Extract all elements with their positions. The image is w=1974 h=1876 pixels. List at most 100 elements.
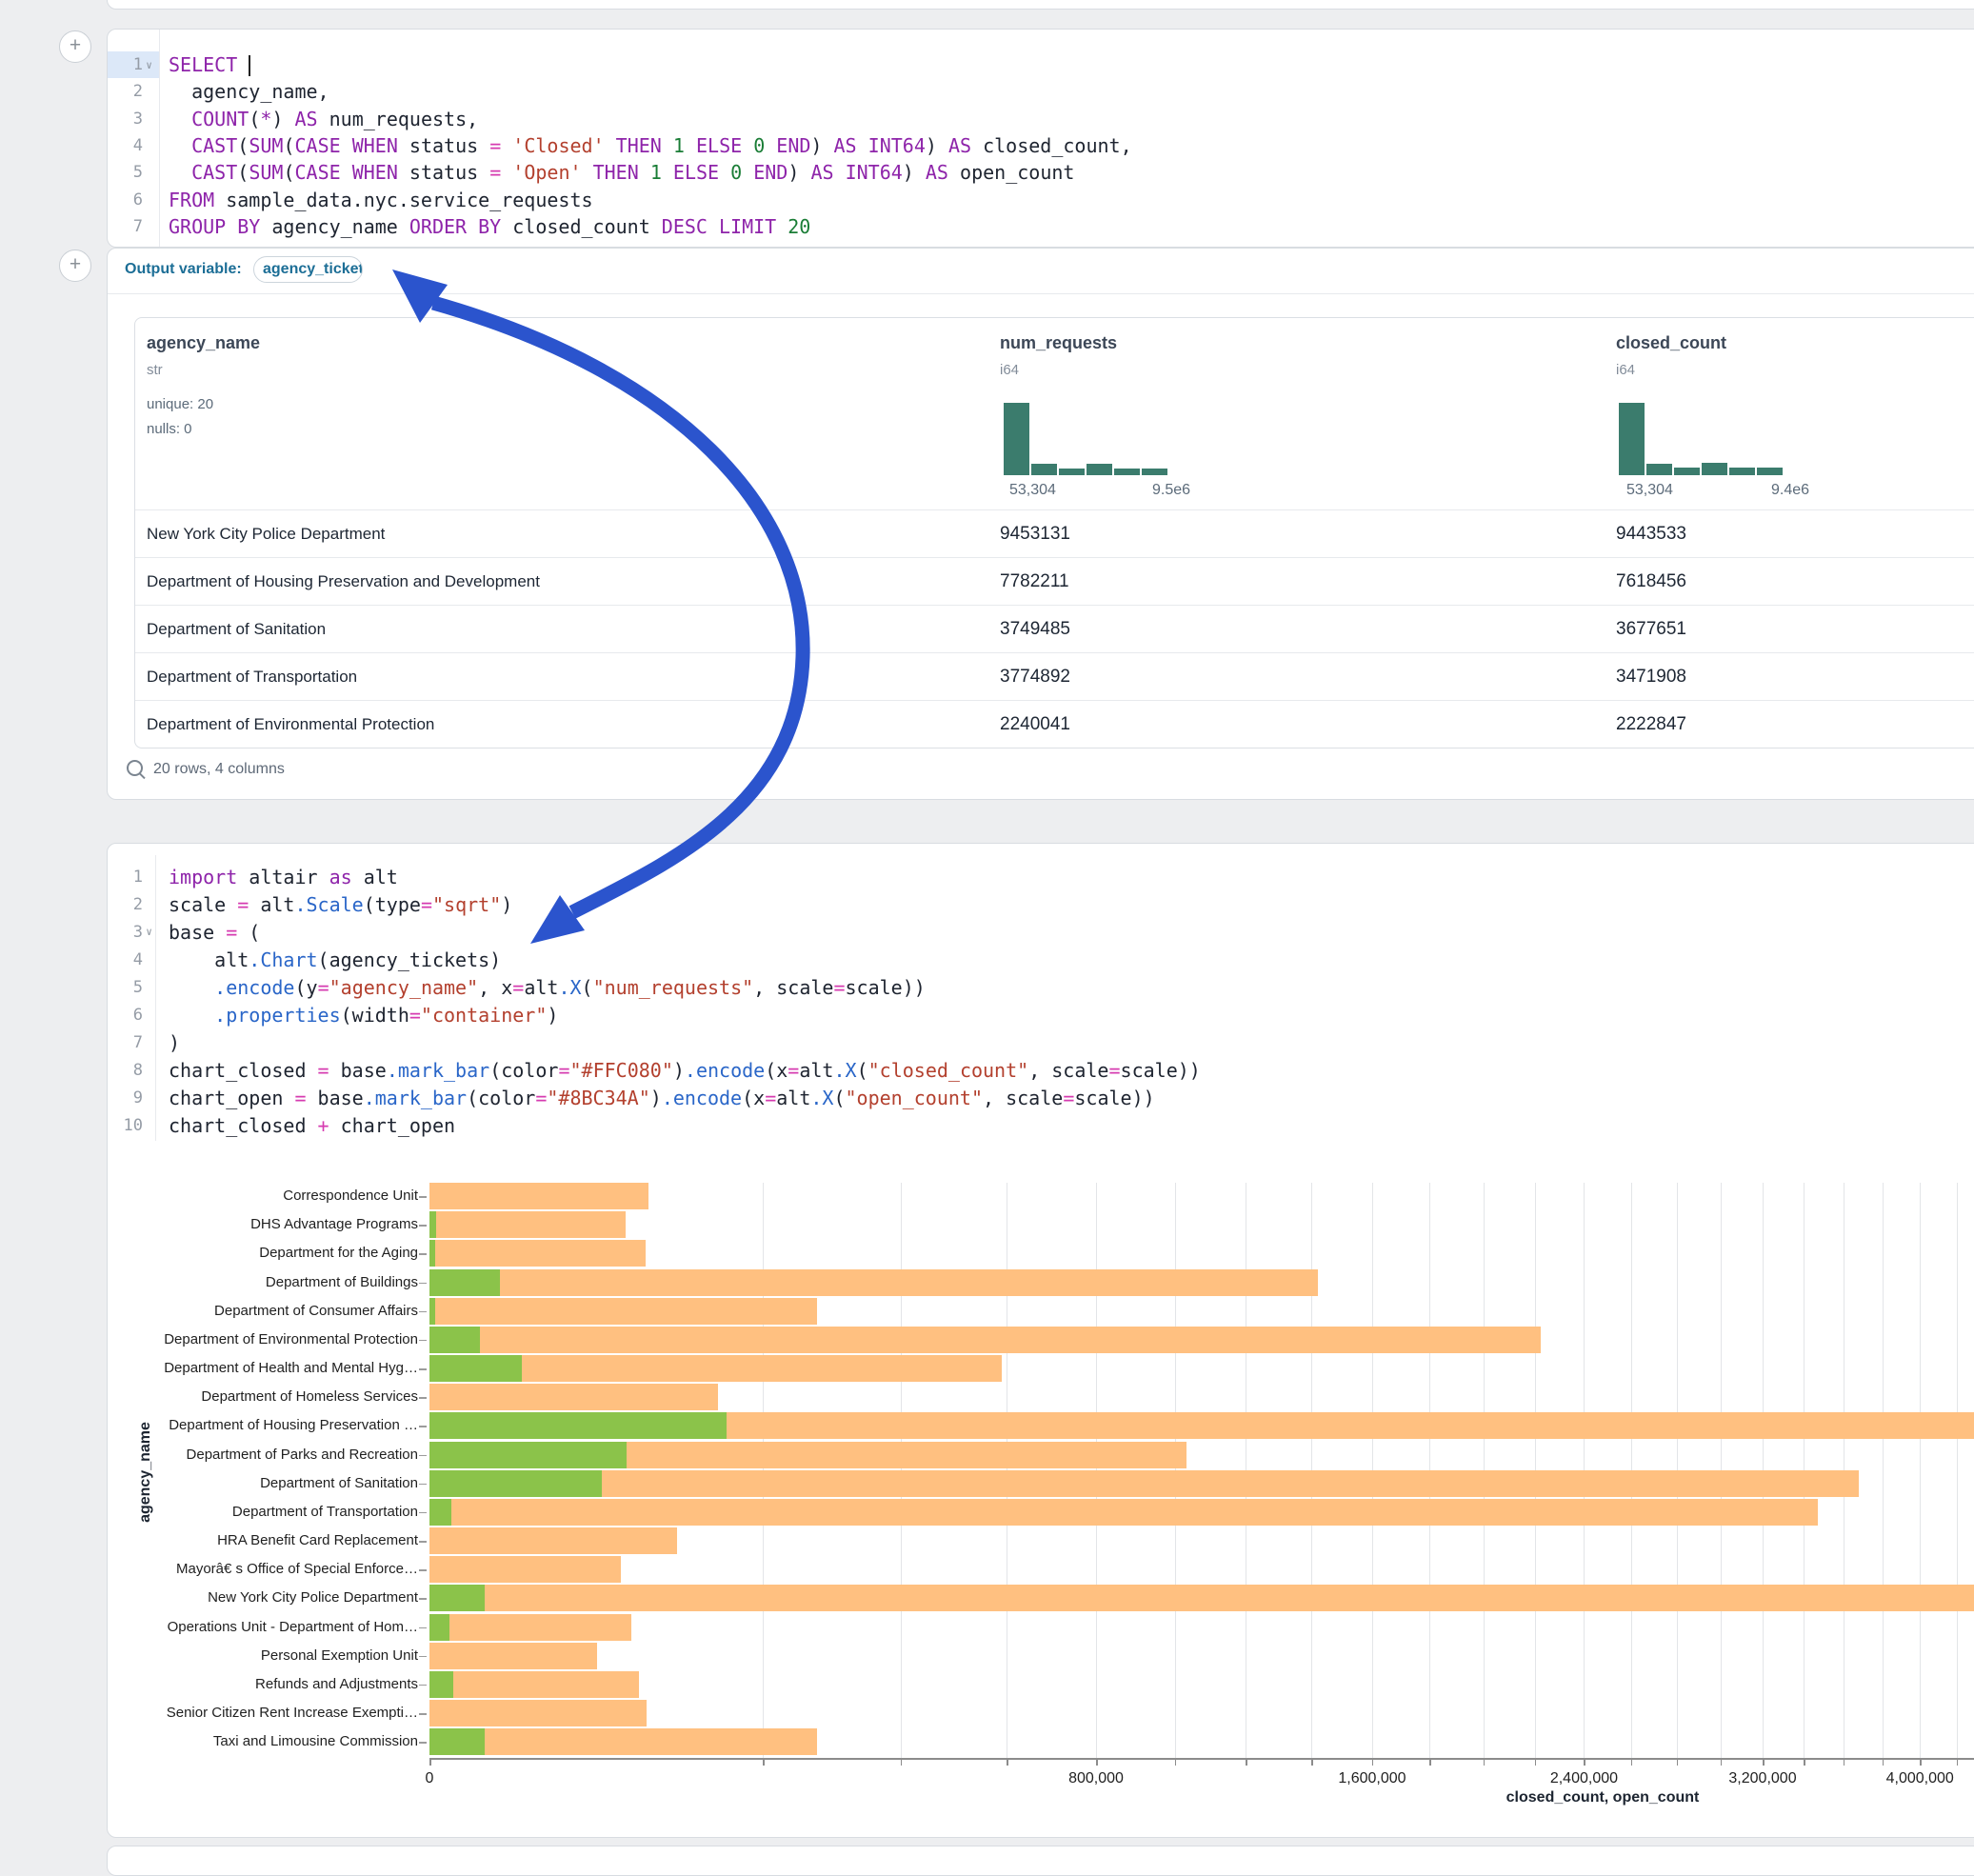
bar-open-count[interactable] — [429, 1412, 727, 1439]
bar-closed-count[interactable] — [429, 1470, 1859, 1497]
bar-open-count[interactable] — [429, 1614, 449, 1641]
sql-code-editor[interactable]: 1∨SELECT 2 agency_name,3 COUNT(*) AS num… — [108, 51, 1974, 240]
bar-closed-count[interactable] — [429, 1585, 1974, 1611]
bar-closed-count[interactable] — [429, 1384, 718, 1410]
result-cell-card: Output variable: agency_tickets agency_n… — [107, 248, 1974, 800]
cell-agency-name: New York City Police Department — [147, 510, 385, 558]
x-axis-tick-label: 2,400,000 — [1507, 1770, 1660, 1787]
bar-closed-count[interactable] — [429, 1499, 1818, 1526]
x-axis-tick — [1721, 1759, 1723, 1766]
code-text: CAST(SUM(CASE WHEN status = 'Open' THEN … — [159, 161, 1074, 184]
bar-open-count[interactable] — [429, 1470, 602, 1497]
x-axis-tick — [1484, 1759, 1485, 1766]
column-stat-nulls: nulls: 0 — [147, 421, 192, 437]
x-axis-tick — [763, 1759, 765, 1766]
y-axis-tick — [419, 1340, 427, 1342]
hist-min-num-requests: 53,304 — [1009, 482, 1056, 499]
bar-open-count[interactable] — [429, 1298, 435, 1325]
y-axis-tick — [419, 1541, 427, 1543]
output-variable-label: Output variable: — [125, 261, 242, 277]
code-line[interactable]: 3 COUNT(*) AS num_requests, — [108, 106, 1974, 132]
bar-open-count[interactable] — [429, 1585, 485, 1611]
table-row[interactable]: Department of Environmental Protection22… — [135, 700, 1974, 748]
histogram-bin — [1142, 469, 1167, 475]
table-row[interactable]: Department of Sanitation37494853677651 — [135, 605, 1974, 653]
x-axis-tick-label: 3,200,000 — [1686, 1770, 1839, 1787]
bar-open-count[interactable] — [429, 1728, 485, 1755]
histogram-bin — [1114, 469, 1140, 475]
y-axis-tick — [419, 1512, 427, 1514]
column-header-num-requests[interactable]: num_requests — [1000, 333, 1117, 353]
y-axis-label: Personal Exemption Unit — [123, 1647, 418, 1664]
bar-closed-count[interactable] — [429, 1240, 646, 1267]
code-line[interactable]: 7GROUP BY agency_name ORDER BY closed_co… — [108, 213, 1974, 240]
bar-open-count[interactable] — [429, 1211, 436, 1238]
output-variable-value: agency_tickets — [263, 261, 363, 277]
output-variable-chip[interactable]: agency_tickets — [253, 256, 363, 283]
cell-agency-name: Department of Transportation — [147, 653, 357, 701]
bar-closed-count[interactable] — [429, 1527, 677, 1554]
bar-closed-count[interactable] — [429, 1183, 648, 1209]
column-header-closed-count[interactable]: closed_count — [1616, 333, 1726, 353]
code-line[interactable]: 4 CAST(SUM(CASE WHEN status = 'Closed' T… — [108, 132, 1974, 159]
bar-closed-count[interactable] — [429, 1298, 817, 1325]
histogram-bin — [1729, 468, 1755, 475]
code-line[interactable]: 5 CAST(SUM(CASE WHEN status = 'Open' THE… — [108, 159, 1974, 186]
previous-cell-stub — [107, 0, 1974, 10]
x-axis-tick — [1631, 1759, 1633, 1766]
bar-open-count[interactable] — [429, 1355, 522, 1382]
collapse-chevron-icon[interactable]: ∨ — [143, 59, 155, 71]
cell-closed-count: 7618456 — [1616, 558, 1686, 606]
line-number: 3 — [108, 110, 159, 129]
bar-open-count[interactable] — [429, 1499, 451, 1526]
y-axis-label: Department for the Aging — [123, 1245, 418, 1261]
search-icon[interactable] — [127, 760, 143, 776]
bar-closed-count[interactable] — [429, 1211, 626, 1238]
x-axis-tick — [1429, 1759, 1431, 1766]
bar-closed-count[interactable] — [429, 1614, 631, 1641]
bar-open-count[interactable] — [429, 1671, 453, 1698]
histogram-num-requests[interactable] — [1004, 403, 1167, 475]
y-axis-label: Department of Sanitation — [123, 1475, 418, 1491]
code-line[interactable]: 1∨SELECT — [108, 51, 1974, 78]
cell-num-requests: 9453131 — [1000, 510, 1070, 558]
y-axis-label: Operations Unit - Department of Hom… — [123, 1619, 418, 1635]
add-cell-button-top[interactable]: + — [59, 30, 91, 63]
x-axis-tick — [1372, 1759, 1374, 1766]
histogram-bin — [1031, 464, 1057, 475]
y-axis-tick — [419, 1713, 427, 1715]
bar-closed-count[interactable] — [429, 1556, 621, 1583]
bar-open-count[interactable] — [429, 1269, 500, 1296]
bar-closed-count[interactable] — [429, 1327, 1541, 1353]
bar-closed-count[interactable] — [429, 1269, 1318, 1296]
code-line[interactable]: 2 agency_name, — [108, 78, 1974, 105]
histogram-bin — [1646, 464, 1672, 475]
code-line[interactable]: 6FROM sample_data.nyc.service_requests — [108, 186, 1974, 212]
histogram-closed-count[interactable] — [1619, 403, 1783, 475]
y-axis-label: Department of Consumer Affairs — [123, 1303, 418, 1319]
table-row[interactable]: Department of Transportation377489234719… — [135, 652, 1974, 701]
column-header-agency-name[interactable]: agency_name — [147, 333, 260, 353]
code-text: agency_name, — [159, 80, 329, 103]
bar-open-count[interactable] — [429, 1240, 435, 1267]
table-row[interactable]: Department of Housing Preservation and D… — [135, 557, 1974, 606]
bar-closed-count[interactable] — [429, 1728, 817, 1755]
table-row[interactable]: New York City Police Department945313194… — [135, 509, 1974, 558]
bar-closed-count[interactable] — [429, 1700, 647, 1726]
altair-chart: Correspondence UnitDHS Advantage Program… — [108, 844, 1974, 1837]
x-axis-tick — [1844, 1759, 1845, 1766]
y-axis-tick — [419, 1426, 427, 1427]
y-axis-tick — [419, 1225, 427, 1227]
x-axis-tick-label: 1,600,000 — [1296, 1770, 1448, 1787]
y-axis-label: New York City Police Department — [123, 1589, 418, 1606]
bar-open-count[interactable] — [429, 1442, 627, 1468]
column-type-agency-name: str — [147, 362, 163, 378]
bar-closed-count[interactable] — [429, 1671, 639, 1698]
y-axis-label: Department of Environmental Protection — [123, 1331, 418, 1347]
bar-closed-count[interactable] — [429, 1643, 597, 1669]
add-cell-button-middle[interactable]: + — [59, 249, 91, 282]
bar-open-count[interactable] — [429, 1327, 480, 1353]
column-stat-unique: unique: 20 — [147, 396, 213, 412]
code-text: CAST(SUM(CASE WHEN status = 'Closed' THE… — [159, 134, 1132, 157]
table-row-count: 20 rows, 4 columns — [153, 761, 285, 778]
